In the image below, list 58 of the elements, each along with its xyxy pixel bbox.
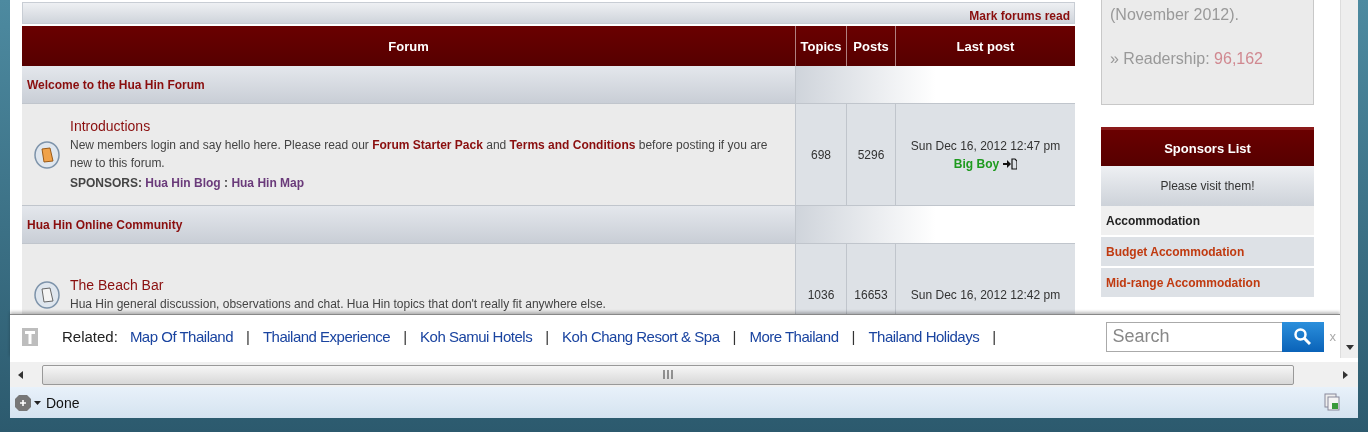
sponsor-link[interactable]: Hua Hin Map bbox=[231, 175, 305, 190]
scroll-down-arrow-icon[interactable] bbox=[1344, 342, 1355, 352]
sponsor-link[interactable]: Budget Accommodation bbox=[1101, 237, 1314, 268]
go-to-post-icon[interactable] bbox=[1003, 157, 1018, 170]
sponsors-label: SPONSORS: bbox=[70, 175, 142, 190]
search-field[interactable]: Search bbox=[1105, 321, 1282, 352]
last-post-date: Sun Dec 16, 2012 12:42 pm bbox=[910, 287, 1061, 302]
mark-forums-read-link[interactable]: Mark forums read bbox=[969, 9, 1070, 23]
forum-title-link[interactable]: Introductions bbox=[70, 117, 151, 134]
link-separator: | bbox=[403, 328, 408, 345]
horizontal-scrollbar[interactable] bbox=[10, 358, 1358, 388]
sponsor-category: Accommodation bbox=[1101, 206, 1314, 237]
posts-count: 5296 bbox=[846, 104, 895, 206]
scrollbar-thumb[interactable] bbox=[42, 364, 1294, 385]
related-link[interactable]: Map Of Thailand bbox=[129, 328, 233, 345]
sponsor-link[interactable]: Mid-range Accommodation bbox=[1101, 268, 1314, 299]
topics-count: 1036 bbox=[795, 244, 846, 314]
sponsors-list-header: Sponsors List bbox=[1101, 127, 1314, 166]
link-separator: | bbox=[992, 328, 997, 345]
category-title[interactable]: Hua Hin Online Community bbox=[22, 206, 795, 244]
info-text: (November 2012). bbox=[1110, 6, 1240, 24]
forum-description: Hua Hin general discussion, observations and chat. Hua Hin topics that don't really fit anywhere else. bbox=[70, 295, 606, 313]
sponsor-link[interactable]: Hua Hin Blog bbox=[145, 175, 221, 190]
grip-icon bbox=[663, 370, 673, 380]
related-label: Related: bbox=[62, 328, 118, 345]
link-separator: | bbox=[545, 328, 550, 345]
link-separator: | bbox=[851, 328, 856, 345]
search-button[interactable] bbox=[1281, 321, 1324, 352]
column-header: Topics bbox=[795, 26, 846, 66]
last-post-date: Sun Dec 16, 2012 12:47 pm bbox=[910, 138, 1061, 153]
topics-count: 698 bbox=[795, 104, 846, 206]
related-link[interactable]: Koh Chang Resort & Spa bbox=[562, 328, 720, 345]
related-link[interactable]: Koh Samui Hotels bbox=[420, 328, 533, 345]
description-link[interactable]: Forum Starter Pack bbox=[372, 137, 483, 152]
description-link[interactable]: Terms and Conditions bbox=[509, 137, 636, 152]
column-header: Last post bbox=[895, 26, 1075, 66]
related-link[interactable]: Thailand Experience bbox=[262, 328, 391, 345]
column-header: Forum bbox=[22, 26, 795, 66]
readership-label: » Readership: bbox=[1110, 50, 1210, 67]
related-link[interactable]: More Thailand bbox=[749, 328, 839, 345]
posts-count: 16653 bbox=[846, 244, 895, 314]
column-header: Posts bbox=[846, 26, 895, 66]
search-icon bbox=[1294, 328, 1311, 345]
forum-title-link[interactable]: The Beach Bar bbox=[70, 276, 164, 293]
vertical-scrollbar[interactable] bbox=[1340, 0, 1358, 358]
scroll-left-arrow-icon[interactable] bbox=[16, 369, 26, 380]
scroll-right-arrow-icon[interactable] bbox=[1340, 369, 1350, 380]
link-separator: | bbox=[246, 328, 250, 345]
readership-count: 96,162 bbox=[1214, 50, 1263, 67]
sponsors-subtitle: Please visit them! bbox=[1101, 166, 1314, 206]
link-separator: | bbox=[732, 328, 737, 345]
letter-t-icon bbox=[22, 327, 38, 346]
forum-description: New members login and say hello here. Please read our Forum Starter Pack and Terms and Conditions before posting if you are new to this forum. bbox=[70, 136, 769, 172]
stacked-pages-icon[interactable] bbox=[1324, 392, 1342, 413]
link-separator: : bbox=[224, 175, 229, 190]
related-link[interactable]: Thailand Holidays bbox=[868, 328, 980, 345]
category-title[interactable]: Welcome to the Hua Hin Forum bbox=[22, 66, 795, 104]
status-text: Done bbox=[46, 394, 80, 411]
